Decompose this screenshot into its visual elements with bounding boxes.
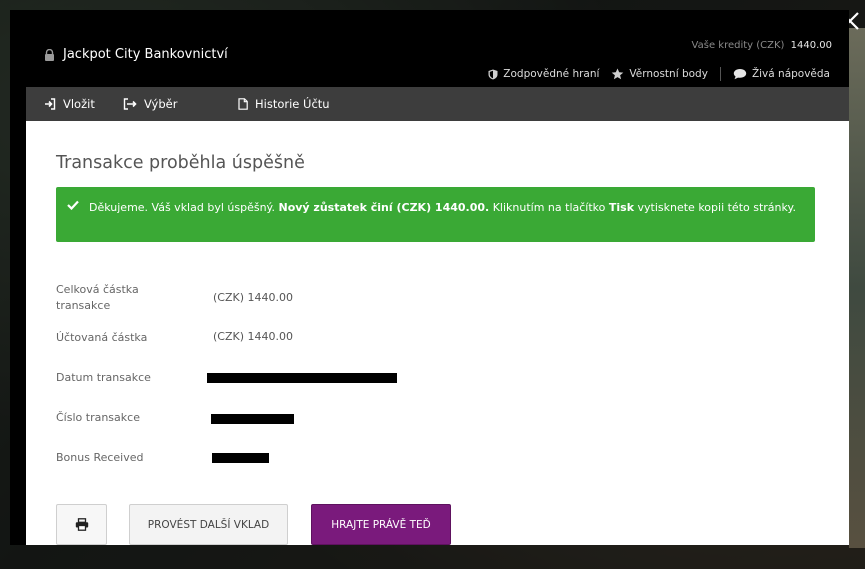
print-button[interactable] [56, 504, 107, 545]
loyalty-points-label: Věrnostní body [629, 68, 708, 80]
banking-modal: Jackpot City Bankovnictví Vaše kredity (… [10, 10, 849, 545]
tab-withdraw[interactable]: Výběr [123, 87, 177, 121]
redacted-bonus [212, 453, 269, 463]
credits-amount: 1440.00 [790, 40, 832, 51]
credits-label: Vaše kredity (CZK) [691, 40, 785, 51]
star-icon [612, 68, 624, 80]
success-alert: Děkujeme. Váš vklad byl úspěšný. Nový zů… [56, 187, 815, 242]
alert-text-1: Děkujeme. Váš vklad byl úspěšný. [89, 201, 275, 214]
live-help-label: Živá nápověda [751, 68, 830, 80]
detail-label: Bonus Received [56, 451, 144, 464]
play-now-button[interactable]: HRAJTE PRÁVĚ TEĎ [311, 504, 451, 545]
detail-label: Datum transakce [56, 371, 151, 384]
transaction-content: Transakce proběhla úspěšně Děkujeme. Váš… [26, 121, 849, 545]
lock-icon [45, 48, 54, 61]
detail-label: Číslo transakce [56, 411, 140, 424]
brand-title: Jackpot City Bankovnictví [63, 47, 228, 62]
detail-label: Celková částka transakce [56, 283, 139, 312]
background-edge [849, 28, 865, 548]
detail-label: Účtovaná částka [56, 331, 148, 344]
checkmark-icon [67, 200, 79, 210]
alert-text-3: vytisknete kopii této stránky. [637, 201, 796, 214]
credits-display: Vaše kredity (CZK) 1440.00 [692, 40, 832, 51]
alert-new-balance: Nový zůstatek činí (CZK) 1440.00. [278, 201, 490, 214]
chat-bubble-icon [733, 69, 747, 80]
deposit-icon [45, 98, 56, 110]
redacted-transaction-number [211, 414, 294, 424]
success-message: Děkujeme. Váš vklad byl úspěšný. Nový zů… [89, 199, 799, 216]
tab-deposit[interactable]: Vložit [44, 87, 95, 121]
responsible-gaming-link[interactable]: Zodpovědné hraní [488, 68, 599, 80]
tab-withdraw-label: Výběr [144, 97, 178, 111]
responsible-gaming-label: Zodpovědné hraní [503, 68, 600, 80]
shield-icon [488, 69, 498, 79]
tab-account-history-label: Historie Účtu [255, 97, 330, 111]
header-divider [719, 67, 721, 81]
banking-tabs: Vložit Výběr Historie Účtu [26, 87, 849, 121]
deposit-again-button[interactable]: PROVÉST DALŠÍ VKLAD [129, 504, 288, 545]
live-help-link[interactable]: Živá nápověda [733, 68, 830, 80]
detail-value: (CZK) 1440.00 [213, 330, 293, 343]
brand: Jackpot City Bankovnictví [44, 47, 228, 62]
loyalty-points-link[interactable]: Věrnostní body [611, 68, 708, 80]
printer-icon [75, 518, 88, 531]
alert-print-keyword: Tisk [608, 201, 635, 214]
modal-header: Jackpot City Bankovnictví Vaše kredity (… [10, 10, 849, 87]
tab-deposit-label: Vložit [63, 97, 95, 111]
tab-account-history[interactable]: Historie Účtu [238, 87, 330, 121]
withdraw-icon [123, 98, 137, 110]
detail-value: (CZK) 1440.00 [213, 291, 293, 304]
document-icon [238, 98, 248, 110]
page-title: Transakce proběhla úspěšně [56, 153, 305, 173]
alert-text-2: Kliknutím na tlačítko [492, 201, 606, 214]
header-links: Zodpovědné hraní Věrnostní body Živá náp… [488, 67, 830, 81]
redacted-date [207, 373, 397, 383]
